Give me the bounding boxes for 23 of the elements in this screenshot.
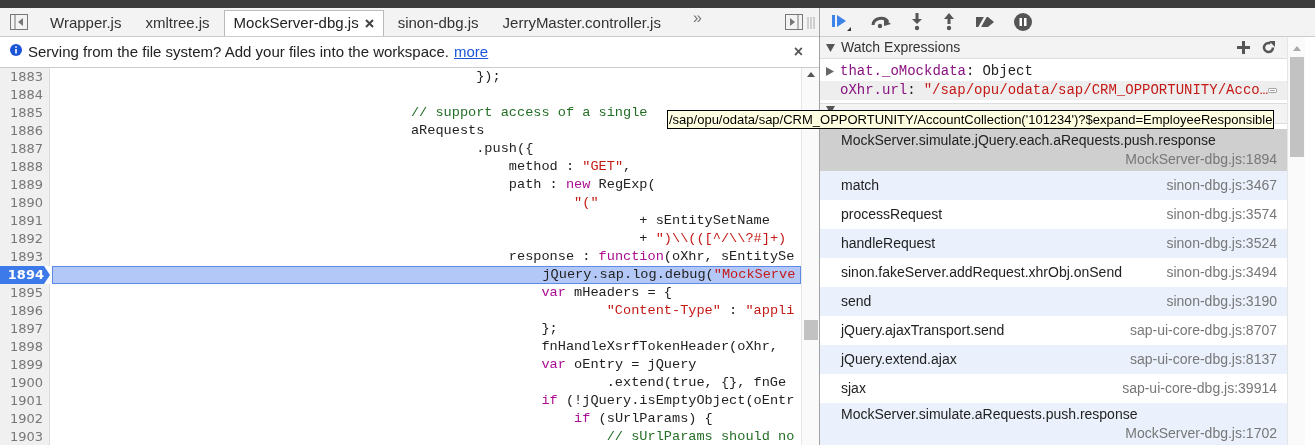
code-line: var oEntry = jQuery: [540, 356, 697, 374]
code-line: if (sUrlParams) {: [573, 410, 713, 428]
code-line: if (!jQuery.isEmptyObject(oEntr: [540, 392, 795, 410]
code-line: + sEntitySetName: [638, 212, 770, 230]
code-line: .push({: [475, 140, 534, 158]
code-line: path : new RegExp(: [507, 176, 656, 194]
code-line: "(": [573, 194, 599, 212]
section-title: Watch Expressions: [841, 38, 961, 57]
code-line: response : function(oXhr, sEntitySe: [507, 248, 795, 266]
code-line: + ")\\(([^/\\?#]+): [638, 230, 787, 248]
code-line: jQuery.sap.log.debug("MockServe: [541, 266, 796, 284]
code-line: // support access of a single: [409, 104, 648, 122]
code-line: "Content-Type" : "appli: [605, 302, 795, 320]
info-message: Serving from the file system? Add your files into the workspace.: [28, 41, 450, 62]
code-line: });: [475, 68, 501, 86]
code-line: fnHandleXsrfTokenHeader(oXhr,: [540, 338, 779, 356]
code-line: aRequests: [409, 122, 485, 140]
code-line: var mHeaders = {: [540, 284, 672, 302]
code-line: };: [540, 320, 558, 338]
code-line: .extend(true, {}, fnGe: [605, 374, 787, 392]
tooltip: /sap/opu/odata/sap/CRM_OPPORTUNITY/AccountCollection('101234')?$expand=EmployeeResponsible: [667, 110, 1275, 129]
code-line: // sUrlParams should no: [605, 428, 795, 445]
code-line: method : "GET",: [507, 158, 632, 176]
